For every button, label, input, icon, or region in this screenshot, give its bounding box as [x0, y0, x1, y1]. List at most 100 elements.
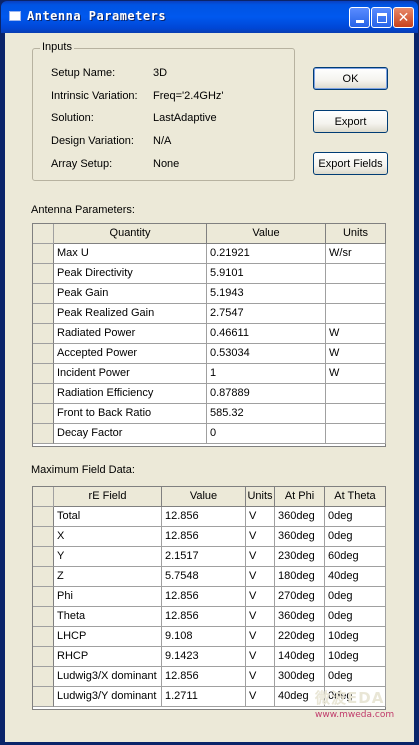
table-cell[interactable]: 0: [207, 424, 326, 444]
table-cell[interactable]: W: [326, 364, 386, 384]
table-cell[interactable]: W/sr: [326, 244, 386, 264]
table-cell[interactable]: [326, 384, 386, 404]
row-header[interactable]: [33, 587, 54, 607]
column-header[interactable]: Value: [162, 487, 246, 507]
table-cell[interactable]: Decay Factor: [54, 424, 207, 444]
table-cell[interactable]: W: [326, 324, 386, 344]
row-header[interactable]: [33, 527, 54, 547]
table-cell[interactable]: 5.9101: [207, 264, 326, 284]
column-header[interactable]: Units: [326, 224, 386, 244]
table-cell[interactable]: LHCP: [54, 627, 162, 647]
export-fields-button[interactable]: Export Fields: [313, 152, 388, 175]
table-cell[interactable]: 360deg: [275, 527, 325, 547]
ok-button[interactable]: OK: [313, 67, 388, 90]
table-cell[interactable]: V: [246, 667, 275, 687]
table-cell[interactable]: 10deg: [325, 627, 386, 647]
row-header[interactable]: [33, 364, 54, 384]
table-cell[interactable]: 5.7548: [162, 567, 246, 587]
row-header[interactable]: [33, 284, 54, 304]
table-cell[interactable]: Accepted Power: [54, 344, 207, 364]
table-cell[interactable]: 0deg: [325, 607, 386, 627]
table-cell[interactable]: 0.53034: [207, 344, 326, 364]
table-cell[interactable]: 2.7547: [207, 304, 326, 324]
table-cell[interactable]: 1.2711: [162, 687, 246, 707]
column-header[interactable]: Quantity: [54, 224, 207, 244]
table-cell[interactable]: 0deg: [325, 667, 386, 687]
table-cell[interactable]: Radiated Power: [54, 324, 207, 344]
row-header[interactable]: [33, 647, 54, 667]
export-button[interactable]: Export: [313, 110, 388, 133]
table-cell[interactable]: X: [54, 527, 162, 547]
table-cell[interactable]: 270deg: [275, 587, 325, 607]
table-cell[interactable]: V: [246, 547, 275, 567]
table-cell[interactable]: Max U: [54, 244, 207, 264]
table-cell[interactable]: 0.87889: [207, 384, 326, 404]
table-cell[interactable]: Z: [54, 567, 162, 587]
row-header[interactable]: [33, 687, 54, 707]
table-cell[interactable]: Y: [54, 547, 162, 567]
column-header[interactable]: At Theta: [325, 487, 386, 507]
row-header[interactable]: [33, 384, 54, 404]
table-cell[interactable]: 2.1517: [162, 547, 246, 567]
table-cell[interactable]: Radiation Efficiency: [54, 384, 207, 404]
row-header[interactable]: [33, 507, 54, 527]
table-cell[interactable]: Phi: [54, 587, 162, 607]
table-cell[interactable]: 60deg: [325, 547, 386, 567]
table-cell[interactable]: 0deg: [325, 507, 386, 527]
table-cell[interactable]: Peak Directivity: [54, 264, 207, 284]
table-cell[interactable]: 12.856: [162, 507, 246, 527]
row-header[interactable]: [33, 547, 54, 567]
row-header[interactable]: [33, 304, 54, 324]
table-cell[interactable]: 230deg: [275, 547, 325, 567]
row-header[interactable]: [33, 567, 54, 587]
table-cell[interactable]: 180deg: [275, 567, 325, 587]
table-cell[interactable]: [326, 404, 386, 424]
row-header[interactable]: [33, 344, 54, 364]
table-cell[interactable]: 0.46611: [207, 324, 326, 344]
row-header[interactable]: [33, 607, 54, 627]
table-cell[interactable]: Theta: [54, 607, 162, 627]
column-header[interactable]: Units: [246, 487, 275, 507]
table-cell[interactable]: V: [246, 567, 275, 587]
antenna-parameters-table[interactable]: Quantity Value Units Max U 0.21921 W/sr Peak D…: [32, 223, 386, 447]
row-header[interactable]: [33, 324, 54, 344]
table-cell[interactable]: 5.1943: [207, 284, 326, 304]
table-cell[interactable]: 10deg: [325, 647, 386, 667]
table-cell[interactable]: 12.856: [162, 527, 246, 547]
table-cell[interactable]: 12.856: [162, 607, 246, 627]
table-cell[interactable]: 12.856: [162, 587, 246, 607]
table-cell[interactable]: [326, 284, 386, 304]
row-header[interactable]: [33, 404, 54, 424]
table-cell[interactable]: Peak Gain: [54, 284, 207, 304]
title-bar[interactable]: Antenna Parameters ✕: [1, 1, 418, 33]
column-header[interactable]: At Phi: [275, 487, 325, 507]
column-header[interactable]: rE Field: [54, 487, 162, 507]
table-cell[interactable]: 9.1423: [162, 647, 246, 667]
table-cell[interactable]: V: [246, 507, 275, 527]
table-cell[interactable]: 0.21921: [207, 244, 326, 264]
row-header[interactable]: [33, 627, 54, 647]
column-header[interactable]: Value: [207, 224, 326, 244]
maximize-button[interactable]: [371, 7, 392, 28]
table-cell[interactable]: Ludwig3/X dominant: [54, 667, 162, 687]
table-cell[interactable]: V: [246, 527, 275, 547]
table-cell[interactable]: 140deg: [275, 647, 325, 667]
table-cell[interactable]: 1: [207, 364, 326, 384]
row-header[interactable]: [33, 667, 54, 687]
table-cell[interactable]: Total: [54, 507, 162, 527]
close-button[interactable]: ✕: [393, 7, 414, 28]
table-cell[interactable]: 360deg: [275, 607, 325, 627]
maximum-field-data-table[interactable]: rE Field Value Units At Phi At Theta Total 12.…: [32, 486, 386, 710]
table-cell[interactable]: Peak Realized Gain: [54, 304, 207, 324]
table-cell[interactable]: V: [246, 647, 275, 667]
table-cell[interactable]: V: [246, 607, 275, 627]
minimize-button[interactable]: [349, 7, 370, 28]
table-cell[interactable]: Incident Power: [54, 364, 207, 384]
table-cell[interactable]: W: [326, 344, 386, 364]
table-cell[interactable]: [326, 304, 386, 324]
table-cell[interactable]: 585.32: [207, 404, 326, 424]
table-cell[interactable]: 360deg: [275, 507, 325, 527]
table-cell[interactable]: [326, 424, 386, 444]
table-cell[interactable]: 40deg: [325, 567, 386, 587]
table-cell[interactable]: 12.856: [162, 667, 246, 687]
